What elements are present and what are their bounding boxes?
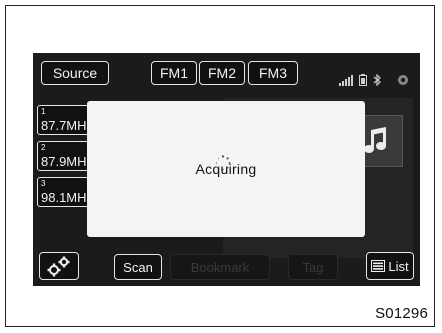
figure-id: S01296 bbox=[375, 305, 428, 322]
infotainment-screen: Source FM1 FM2 FM3 1 87.7MH 2 87.9MH 3 9… bbox=[33, 53, 420, 286]
band-fm3-button[interactable]: FM3 bbox=[248, 61, 298, 85]
preset-number: 1 bbox=[41, 107, 46, 116]
list-label: List bbox=[388, 258, 409, 274]
loading-spinner-icon bbox=[215, 155, 231, 171]
list-icon bbox=[371, 260, 386, 272]
bluetooth-icon bbox=[373, 74, 381, 86]
signal-strength-icon bbox=[339, 75, 353, 86]
gears-icon bbox=[47, 256, 70, 277]
battery-icon bbox=[359, 74, 367, 86]
settings-dot-icon bbox=[398, 75, 408, 85]
source-button[interactable]: Source bbox=[41, 61, 109, 85]
bookmark-button[interactable]: Bookmark bbox=[170, 254, 270, 280]
scan-button[interactable]: Scan bbox=[114, 254, 162, 280]
preset-frequency: 87.7MH bbox=[41, 118, 87, 133]
preset-frequency: 87.9MH bbox=[41, 154, 87, 169]
band-fm2-button[interactable]: FM2 bbox=[199, 61, 245, 85]
band-fm1-button[interactable]: FM1 bbox=[151, 61, 197, 85]
preset-number: 2 bbox=[41, 143, 46, 152]
list-button[interactable]: List bbox=[366, 252, 414, 280]
preset-frequency: 98.1MH bbox=[41, 190, 87, 205]
settings-button[interactable] bbox=[39, 252, 79, 280]
acquiring-dialog: Acquiring bbox=[87, 101, 365, 237]
music-note-icon bbox=[364, 127, 386, 153]
tag-button[interactable]: Tag bbox=[288, 254, 338, 280]
preset-number: 3 bbox=[41, 179, 46, 188]
